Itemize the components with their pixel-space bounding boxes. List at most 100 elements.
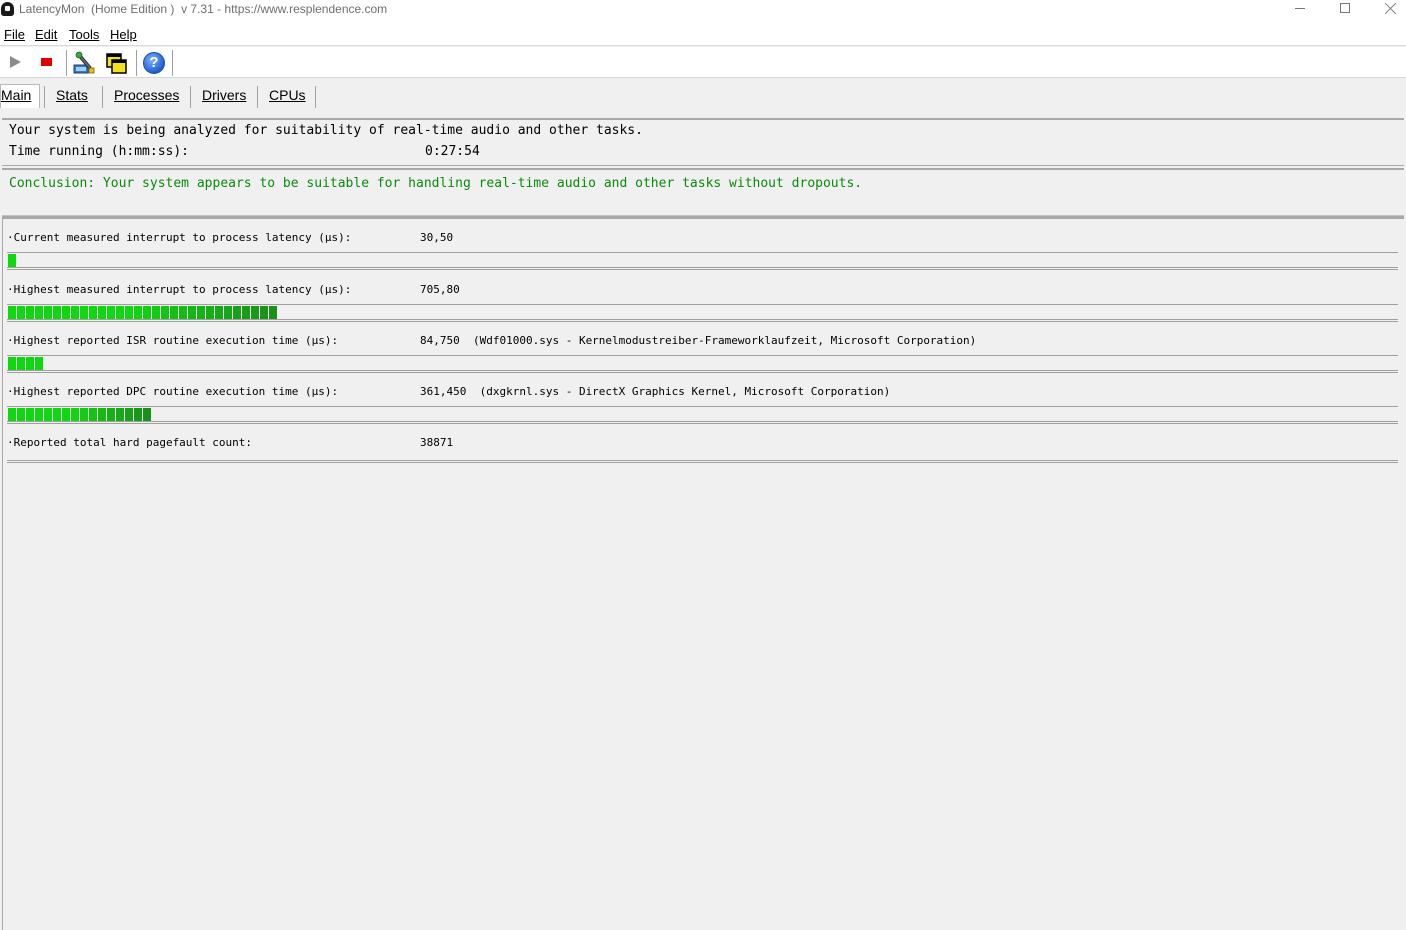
toolbar-separator xyxy=(66,50,67,76)
bar-segment xyxy=(107,408,115,421)
time-running-label: Time running (h:mm:ss): xyxy=(9,144,190,159)
app-icon xyxy=(1,2,14,16)
highest-latency-label: ·Highest measured interrupt to process l… xyxy=(7,283,352,296)
bar-segment xyxy=(8,357,16,370)
bar-segment xyxy=(80,408,88,421)
title-bar: LatencyMon (Home Edition ) v 7.31 - http… xyxy=(0,0,1406,23)
bar-segment xyxy=(161,306,169,319)
isr-execution-bar-fill xyxy=(8,357,45,370)
bar-segment xyxy=(71,408,79,421)
bar-segment xyxy=(26,306,34,319)
bar-segment xyxy=(80,306,88,319)
help-button[interactable]: ? xyxy=(142,51,166,75)
start-button[interactable] xyxy=(4,51,28,75)
tab-separator xyxy=(102,86,103,108)
bar-segment xyxy=(62,306,70,319)
toolbar-separator xyxy=(136,50,137,76)
toolbar-separator xyxy=(172,50,173,76)
help-icon: ? xyxy=(143,52,165,74)
bar-segment xyxy=(53,306,61,319)
window-title: LatencyMon (Home Edition ) v 7.31 - http… xyxy=(19,2,388,16)
bar-segment xyxy=(98,306,106,319)
pagefault-count-bar xyxy=(7,450,1398,463)
minimize-button[interactable] xyxy=(1277,0,1323,23)
bar-segment xyxy=(8,254,16,267)
bar-segment xyxy=(242,306,250,319)
menu-edit[interactable]: Edit xyxy=(35,27,57,42)
tab-drivers[interactable]: Drivers xyxy=(202,86,246,108)
maximize-icon xyxy=(1340,3,1350,13)
menu-file-label: File xyxy=(4,27,25,42)
menu-help[interactable]: Help xyxy=(110,27,137,42)
tab-main[interactable]: Main xyxy=(0,84,41,108)
dpc-execution-bar xyxy=(7,406,1398,424)
bar-segment xyxy=(89,306,97,319)
wrench-tool-icon xyxy=(73,51,95,74)
bar-segment xyxy=(179,306,187,319)
bar-segment xyxy=(269,306,277,319)
tab-cpus[interactable]: CPUs xyxy=(269,86,306,108)
bar-segment xyxy=(35,357,43,370)
windows-icon xyxy=(106,53,127,74)
current-latency-bar-fill xyxy=(8,254,18,267)
current-latency-value: 30,50 xyxy=(420,231,454,244)
tab-bar: Main Stats Processes Drivers CPUs xyxy=(0,78,1406,118)
bar-segment xyxy=(17,306,25,319)
toolbar: ? xyxy=(0,47,1406,78)
bar-segment xyxy=(71,306,79,319)
bar-segment xyxy=(107,306,115,319)
bar-segment xyxy=(8,306,16,319)
time-running-value: 0:27:54 xyxy=(425,144,480,159)
bar-segment xyxy=(17,357,25,370)
bar-segment xyxy=(35,306,43,319)
conclusion-text: Conclusion: Your system appears to be su… xyxy=(9,176,863,191)
analysis-text: Your system is being analyzed for suitab… xyxy=(9,123,643,138)
dpc-execution-value: 361,450 (dxgkrnl.sys - DirectX Graphics … xyxy=(420,385,891,398)
current-latency-label: ·Current measured interrupt to process l… xyxy=(7,231,352,244)
menu-tools[interactable]: Tools xyxy=(69,27,99,42)
pagefault-count-label: ·Reported total hard pagefault count: xyxy=(7,436,253,449)
tab-separator xyxy=(44,86,45,108)
tab-separator xyxy=(315,86,316,108)
bar-segment xyxy=(143,306,151,319)
bar-segment xyxy=(251,306,259,319)
tools-button[interactable] xyxy=(72,51,96,75)
dpc-execution-bar-fill xyxy=(8,408,153,421)
bar-segment xyxy=(152,306,160,319)
bar-segment xyxy=(233,306,241,319)
tab-stats[interactable]: Stats xyxy=(56,86,88,108)
menu-bar: File Edit Tools Help xyxy=(0,23,1406,46)
bar-segment xyxy=(26,408,34,421)
isr-execution-value: 84,750 (Wdf01000.sys - Kernelmodustreibe… xyxy=(420,334,977,347)
bar-segment xyxy=(62,408,70,421)
maximize-button[interactable] xyxy=(1322,0,1368,23)
conclusion-panel: Conclusion: Your system appears to be su… xyxy=(2,168,1404,216)
bar-segment xyxy=(134,408,142,421)
menu-tools-label: Tools xyxy=(69,27,100,42)
tab-separator xyxy=(257,86,258,108)
minimize-icon xyxy=(1295,8,1305,9)
isr-execution-label: ·Highest reported ISR routine execution … xyxy=(7,334,339,347)
bar-segment xyxy=(170,306,178,319)
isr-execution-bar xyxy=(7,355,1398,373)
bar-segment xyxy=(89,408,97,421)
bar-segment xyxy=(215,306,223,319)
bar-segment xyxy=(35,408,43,421)
menu-help-label: Help xyxy=(110,27,137,42)
tab-processes[interactable]: Processes xyxy=(114,86,179,108)
highest-latency-value: 705,80 xyxy=(420,283,460,296)
bar-segment xyxy=(8,408,16,421)
menu-file[interactable]: File xyxy=(4,27,25,42)
bar-segment xyxy=(17,408,25,421)
bar-segment xyxy=(26,357,34,370)
play-icon xyxy=(10,56,21,68)
stop-icon xyxy=(41,58,52,66)
window-button[interactable] xyxy=(104,51,128,75)
bar-segment xyxy=(197,306,205,319)
close-button[interactable] xyxy=(1368,0,1406,23)
current-latency-bar xyxy=(7,252,1398,270)
bar-segment xyxy=(188,306,196,319)
bar-segment xyxy=(260,306,268,319)
close-icon xyxy=(1385,2,1397,14)
stop-button[interactable] xyxy=(35,51,59,75)
